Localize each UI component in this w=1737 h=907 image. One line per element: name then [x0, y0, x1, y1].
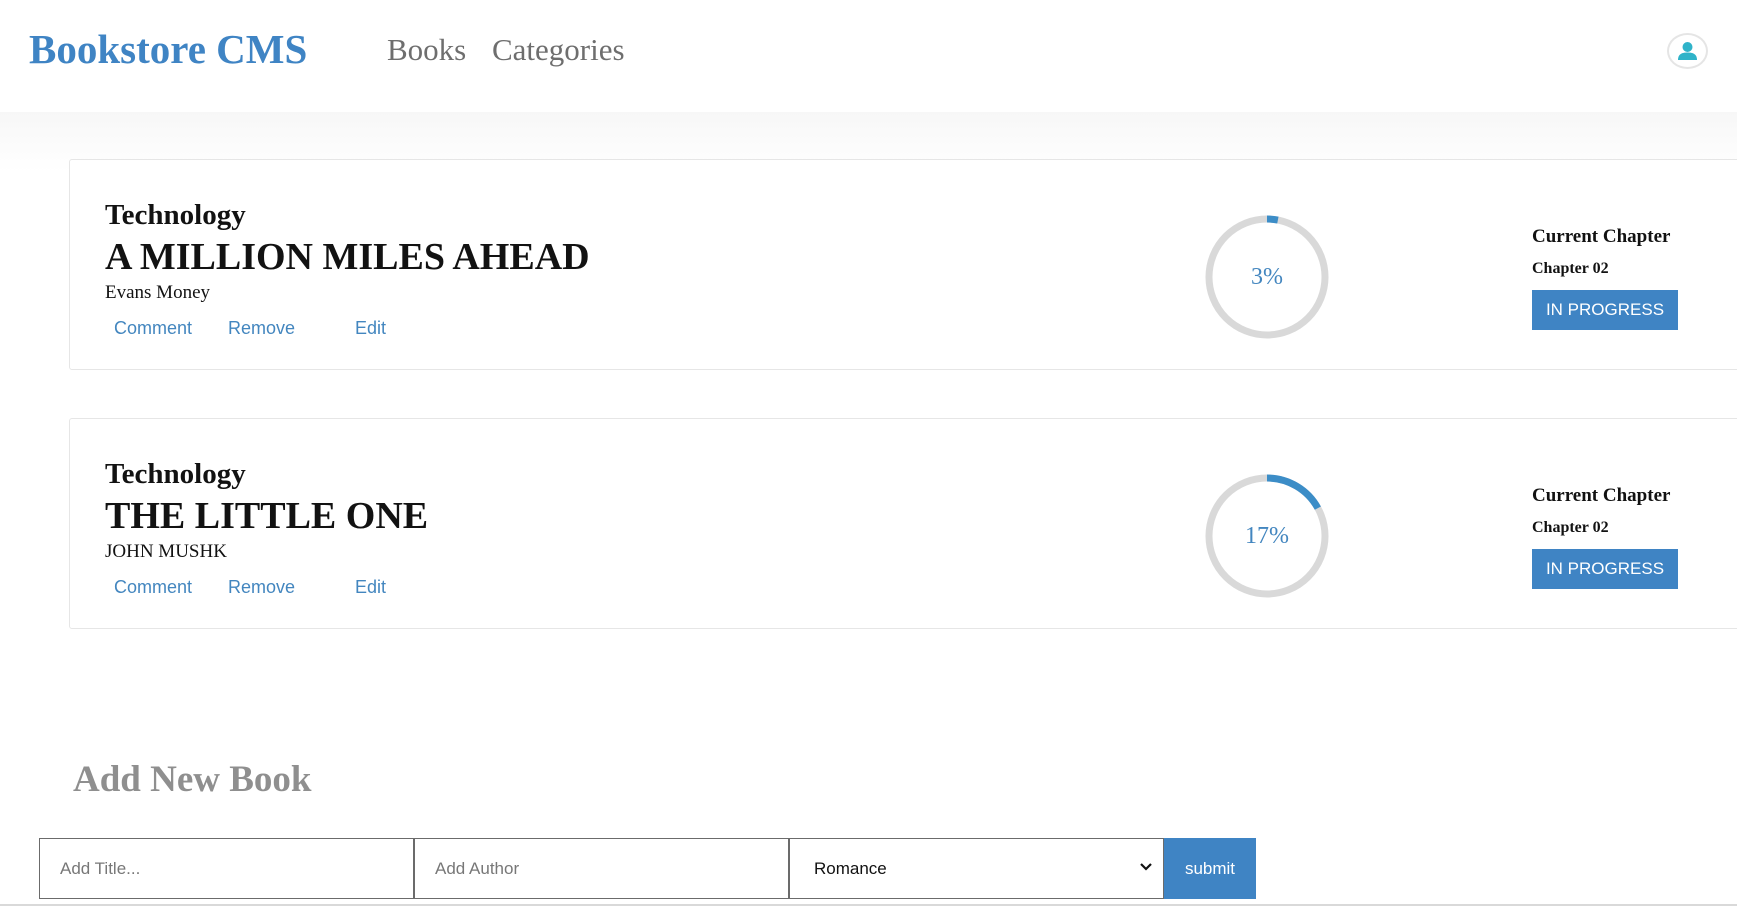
- chevron-down-icon: [1140, 863, 1152, 871]
- nav-link-categories[interactable]: Categories: [492, 31, 625, 68]
- book-author: JOHN MUSHK: [105, 541, 227, 562]
- update-progress-button[interactable]: IN PROGRESS: [1532, 549, 1678, 589]
- add-book-heading: Add New Book: [73, 759, 312, 800]
- book-category: Technology: [105, 199, 246, 231]
- title-input[interactable]: [39, 838, 414, 899]
- edit-button[interactable]: Edit: [355, 318, 386, 339]
- current-chapter-value: Chapter 02: [1532, 260, 1609, 277]
- bottom-divider: [0, 904, 1737, 906]
- user-profile-button[interactable]: [1667, 33, 1708, 69]
- comment-button[interactable]: Comment: [114, 577, 192, 598]
- comment-button[interactable]: Comment: [114, 318, 192, 339]
- book-title: THE LITTLE ONE: [105, 495, 429, 537]
- current-chapter-label: Current Chapter: [1532, 485, 1671, 506]
- category-select[interactable]: Romance: [789, 838, 1164, 899]
- book-card: Technology THE LITTLE ONE JOHN MUSHK Com…: [69, 418, 1737, 629]
- category-select-value: Romance: [814, 859, 887, 878]
- submit-button[interactable]: submit: [1164, 838, 1256, 899]
- brand-logo[interactable]: Bookstore CMS: [29, 25, 307, 74]
- edit-button[interactable]: Edit: [355, 577, 386, 598]
- progress-percent: 3%: [1251, 264, 1283, 290]
- progress-ring: 17%: [1204, 473, 1330, 599]
- remove-button[interactable]: Remove: [228, 318, 295, 339]
- current-chapter-label: Current Chapter: [1532, 226, 1671, 247]
- nav-link-books[interactable]: Books: [387, 31, 466, 68]
- progress-ring: 3%: [1204, 214, 1330, 340]
- book-category: Technology: [105, 458, 246, 490]
- update-progress-button[interactable]: IN PROGRESS: [1532, 290, 1678, 330]
- author-input[interactable]: [414, 838, 789, 899]
- book-title: A MILLION MILES AHEAD: [105, 236, 590, 278]
- book-card: Technology A MILLION MILES AHEAD Evans M…: [69, 159, 1737, 370]
- progress-percent: 17%: [1245, 523, 1289, 549]
- current-chapter-value: Chapter 02: [1532, 519, 1609, 536]
- header: Bookstore CMS Books Categories: [0, 0, 1737, 112]
- user-icon: [1678, 42, 1697, 60]
- book-author: Evans Money: [105, 282, 211, 303]
- remove-button[interactable]: Remove: [228, 577, 295, 598]
